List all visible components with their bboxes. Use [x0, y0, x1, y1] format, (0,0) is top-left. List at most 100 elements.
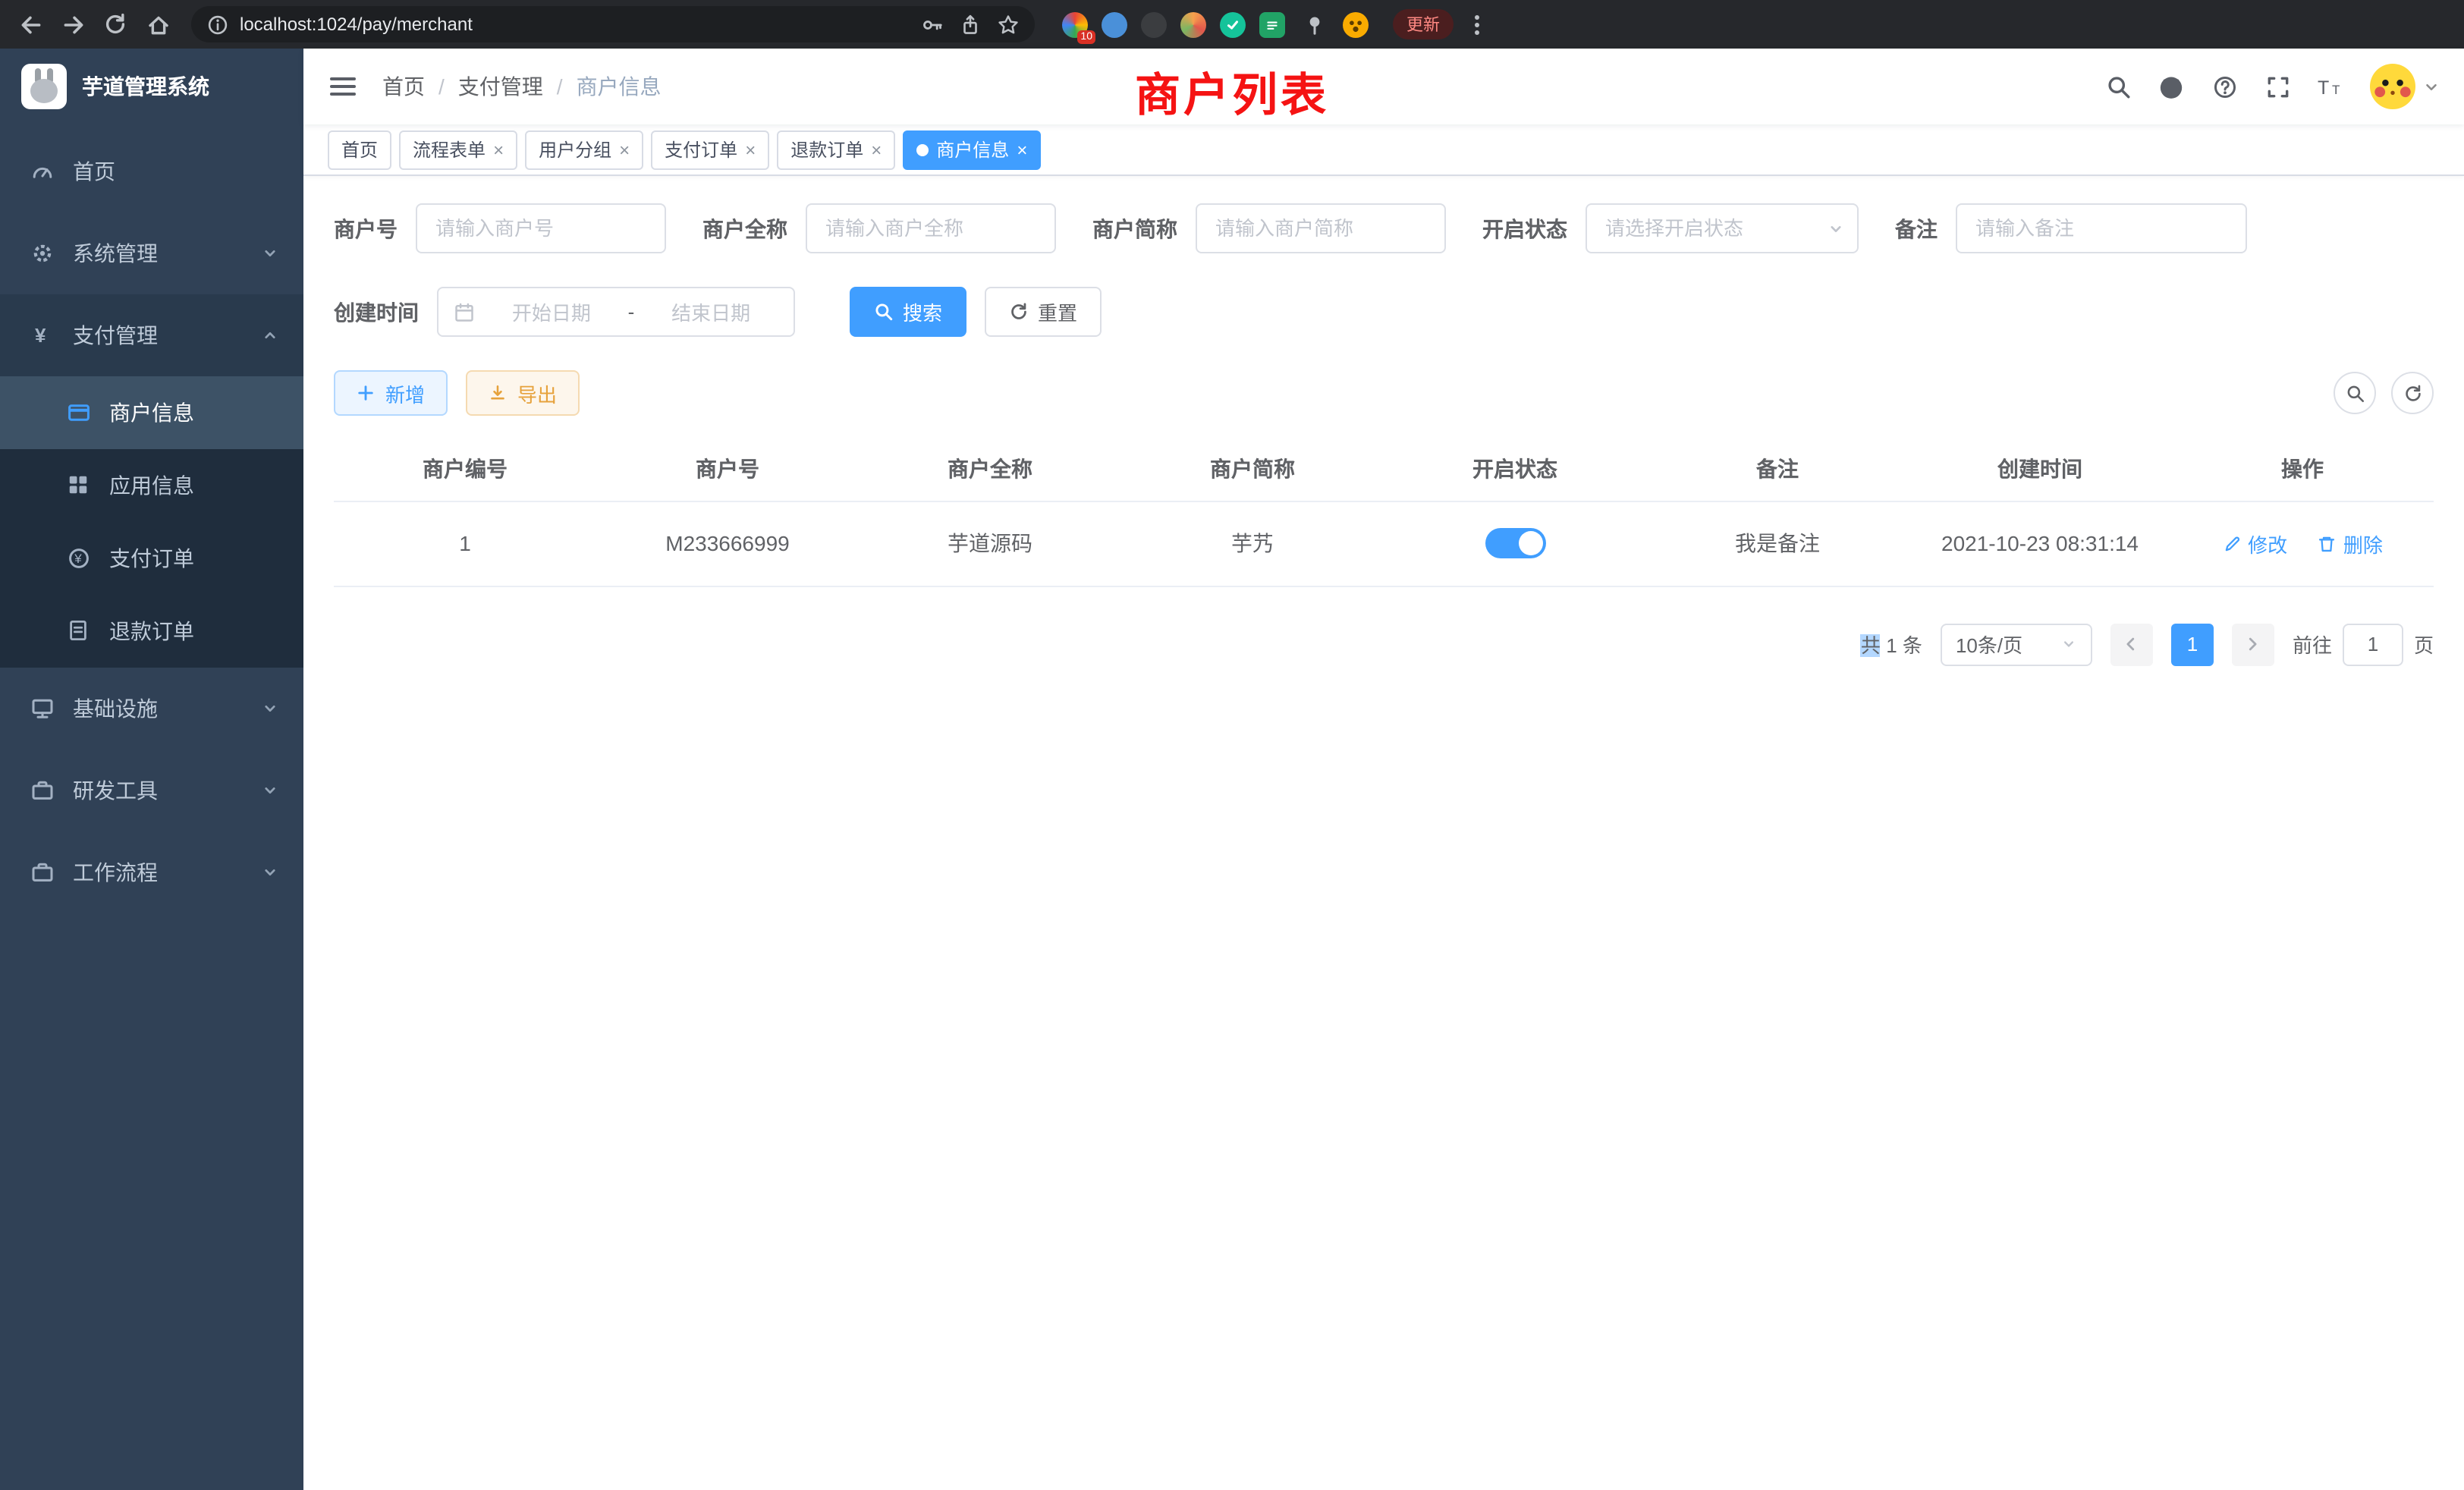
sidebar-item-pay-order[interactable]: ¥ 支付订单	[0, 522, 303, 595]
toolbox-icon	[30, 860, 55, 885]
status-select-input[interactable]	[1587, 205, 1827, 252]
col-header-status: 开启状态	[1384, 437, 1646, 501]
extension-icon[interactable]	[1220, 11, 1246, 37]
filter-merchant-no: 商户号	[334, 203, 666, 253]
add-button[interactable]: 新增	[334, 370, 448, 416]
share-icon[interactable]	[957, 12, 982, 36]
add-button-label: 新增	[385, 379, 425, 407]
tab-home[interactable]: 首页	[328, 130, 391, 169]
home-icon[interactable]	[143, 9, 173, 39]
status-toggle[interactable]	[1485, 528, 1545, 558]
export-button[interactable]: 导出	[466, 370, 580, 416]
extension-icon[interactable]	[1180, 11, 1206, 37]
sidebar-item-workflow[interactable]: 工作流程	[0, 831, 303, 913]
table-row: 1 M233666999 芋道源码 芋艿 我是备注 2021-10-23 08:…	[334, 501, 2434, 586]
browser-update-button[interactable]: 更新	[1393, 9, 1454, 39]
close-icon[interactable]: ×	[619, 140, 630, 159]
back-icon[interactable]	[15, 9, 46, 39]
next-page-button[interactable]	[2232, 623, 2274, 665]
forward-icon[interactable]	[58, 9, 88, 39]
fullscreen-icon[interactable]	[2264, 73, 2291, 100]
sidebar-item-refund-order[interactable]: 退款订单	[0, 595, 303, 668]
remark-input[interactable]	[1957, 205, 2246, 252]
sidebar-item-payment[interactable]: ¥ 支付管理	[0, 294, 303, 376]
dashboard-icon	[30, 159, 55, 184]
address-bar[interactable]: localhost:1024/pay/merchant	[191, 6, 1035, 42]
extension-icon[interactable]	[1259, 11, 1285, 37]
status-select[interactable]	[1586, 203, 1859, 253]
create-time-range-picker[interactable]: 开始日期 - 结束日期	[437, 287, 795, 337]
sidebar-item-label: 支付订单	[109, 543, 194, 574]
tab-user-group[interactable]: 用户分组×	[525, 130, 643, 169]
full-name-input[interactable]	[807, 205, 1054, 252]
start-date-placeholder[interactable]: 开始日期	[484, 297, 619, 326]
cell-actions: 修改 删除	[2171, 501, 2434, 586]
app-logo[interactable]: 芋道管理系统	[0, 49, 303, 124]
avatar	[2370, 64, 2415, 109]
cell-status	[1384, 501, 1646, 586]
user-menu[interactable]	[2370, 64, 2440, 109]
short-name-input[interactable]	[1197, 205, 1444, 252]
logo-image	[21, 64, 67, 109]
site-info-icon[interactable]	[206, 13, 229, 36]
tag-label: 商户信息	[936, 137, 1009, 162]
extension-icon[interactable]	[1062, 11, 1088, 37]
breadcrumb-separator: /	[557, 74, 563, 99]
browser-menu-icon[interactable]	[1466, 14, 1487, 34]
tag-label: 流程表单	[413, 137, 486, 162]
extension-icon[interactable]	[1141, 11, 1167, 37]
page-size-select[interactable]: 10条/页	[1941, 623, 2092, 665]
close-icon[interactable]: ×	[871, 140, 882, 159]
sidebar-item-merchant-info[interactable]: 商户信息	[0, 376, 303, 449]
pay-order-icon: ¥	[67, 546, 91, 571]
page-number-button[interactable]: 1	[2171, 623, 2214, 665]
tab-refund-order[interactable]: 退款订单×	[777, 130, 895, 169]
close-icon[interactable]: ×	[493, 140, 504, 159]
edit-button[interactable]: 修改	[2222, 529, 2287, 558]
close-icon[interactable]: ×	[1017, 140, 1027, 159]
sidebar-item-system[interactable]: 系统管理	[0, 212, 303, 294]
sidebar-item-dev-tools[interactable]: 研发工具	[0, 750, 303, 831]
help-icon[interactable]	[2211, 73, 2238, 100]
github-icon[interactable]	[2158, 73, 2185, 100]
cell-short-name: 芋艿	[1121, 501, 1384, 586]
col-header-id: 商户编号	[334, 437, 596, 501]
pagination-total: 共 1 条	[1861, 630, 1922, 659]
app-frame: 芋道管理系统 首页 系统管理	[0, 49, 2464, 1490]
show-search-button[interactable]	[2334, 372, 2376, 414]
merchant-table: 商户编号 商户号 商户全称 商户简称 开启状态 备注 创建时间 操作 1	[334, 437, 2434, 586]
reload-icon[interactable]	[100, 9, 130, 39]
sidebar-item-home[interactable]: 首页	[0, 130, 303, 212]
col-header-full-name: 商户全称	[859, 437, 1121, 501]
edit-icon	[2222, 533, 2242, 553]
password-key-icon[interactable]	[919, 12, 944, 36]
delete-button[interactable]: 删除	[2318, 529, 2383, 558]
pin-icon[interactable]	[1299, 9, 1329, 39]
search-button[interactable]: 搜索	[850, 287, 966, 337]
sidebar-item-app-info[interactable]: 应用信息	[0, 449, 303, 522]
search-icon[interactable]	[2104, 73, 2132, 100]
tab-process-form[interactable]: 流程表单 ×	[399, 130, 517, 169]
pagination: 共 1 条 10条/页 1	[334, 623, 2434, 665]
merchant-no-input[interactable]	[417, 205, 665, 252]
close-icon[interactable]: ×	[745, 140, 756, 159]
breadcrumb-payment[interactable]: 支付管理	[458, 71, 543, 102]
tag-label: 支付订单	[665, 137, 737, 162]
end-date-placeholder[interactable]: 结束日期	[643, 297, 778, 326]
filter-status: 开启状态	[1482, 203, 1859, 253]
tab-merchant-info[interactable]: 商户信息 ×	[903, 130, 1041, 169]
reset-button[interactable]: 重置	[985, 287, 1102, 337]
hamburger-icon[interactable]	[328, 71, 358, 102]
refresh-table-button[interactable]	[2391, 372, 2434, 414]
profile-avatar-icon[interactable]	[1343, 11, 1369, 37]
goto-page-input[interactable]	[2343, 623, 2403, 665]
filter-label: 商户全称	[702, 213, 787, 244]
tab-pay-order[interactable]: 支付订单 ×	[651, 130, 769, 169]
sidebar-item-infrastructure[interactable]: 基础设施	[0, 668, 303, 750]
font-size-icon[interactable]: TT	[2317, 73, 2344, 100]
breadcrumb-home[interactable]: 首页	[382, 71, 425, 102]
col-header-short-name: 商户简称	[1121, 437, 1384, 501]
bookmark-star-icon[interactable]	[995, 12, 1020, 36]
prev-page-button[interactable]	[2110, 623, 2153, 665]
extension-icon[interactable]	[1102, 11, 1127, 37]
